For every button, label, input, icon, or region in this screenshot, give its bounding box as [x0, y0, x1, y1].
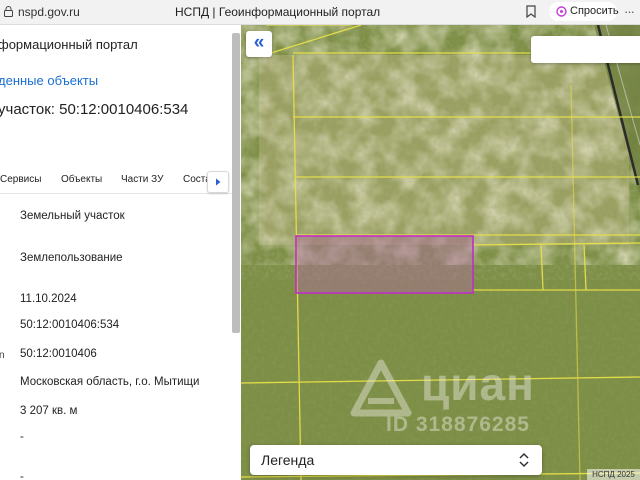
attr-date: 11.10.2024	[20, 293, 77, 305]
attr-object-type: Земельный участок	[20, 210, 125, 222]
attr-area: 3 207 кв. м	[20, 405, 78, 417]
browser-top-bar: nspd.gov.ru НСПД | Геоинформационный пор…	[0, 0, 640, 25]
attr-empty-1: -	[20, 431, 24, 443]
ask-button[interactable]: Спросить	[549, 2, 619, 21]
panel-scrollbar[interactable]	[232, 33, 240, 333]
legend-label: Легенда	[261, 452, 315, 468]
portal-title: формационный портал	[0, 37, 138, 52]
tabs-divider	[0, 193, 232, 194]
tab-services[interactable]: Сервисы	[0, 174, 41, 185]
up-down-chevron-icon	[519, 452, 529, 468]
tabs-scroll-right-button[interactable]	[207, 171, 229, 193]
cian-watermark: циан ID 318876285	[346, 345, 586, 445]
attr-empty-2: -	[20, 471, 24, 480]
map-search-box[interactable]	[531, 36, 640, 63]
ai-sparkle-icon	[556, 6, 567, 17]
ask-button-label: Спросить	[570, 5, 619, 17]
tab-objects[interactable]: Объекты	[61, 174, 102, 185]
map-view[interactable]: циан ID 318876285 « Легенда НСПД 2025	[241, 25, 640, 480]
object-info-panel: формационный портал денные объекты участ…	[0, 25, 241, 480]
bookmark-icon[interactable]	[526, 5, 536, 18]
attr-cadastral-number: 50:12:0010406:534	[20, 319, 120, 331]
address-bar-url[interactable]: nspd.gov.ru	[18, 5, 80, 19]
attr-address: Московская область, г.о. Мытищи	[20, 376, 200, 388]
more-menu-icon[interactable]: ···	[624, 4, 635, 19]
watermark-id: ID 318876285	[386, 413, 530, 436]
collapse-panel-button[interactable]: «	[246, 31, 272, 57]
land-plot-title: участок: 50:12:0010406:534	[0, 101, 189, 118]
tab-land-parts[interactable]: Части ЗУ	[121, 174, 163, 185]
attr-cadastral-quarter: 50:12:0010406	[20, 348, 97, 360]
info-tabs: Сервисы Объекты Части ЗУ Соста	[0, 169, 232, 193]
attr-subtype: Землепользование	[20, 252, 123, 264]
double-chevron-left-icon: «	[253, 32, 265, 53]
triangle-right-icon	[216, 178, 221, 186]
attr-quarter-label: n	[0, 350, 5, 361]
page-title: НСПД | Геоинформационный портал	[175, 5, 381, 19]
watermark-word: циан	[421, 358, 535, 410]
lock-icon	[4, 6, 13, 17]
map-credit: НСПД 2025	[587, 469, 640, 480]
found-objects-link[interactable]: денные объекты	[0, 73, 98, 88]
legend-dropdown[interactable]: Легенда	[250, 445, 542, 475]
